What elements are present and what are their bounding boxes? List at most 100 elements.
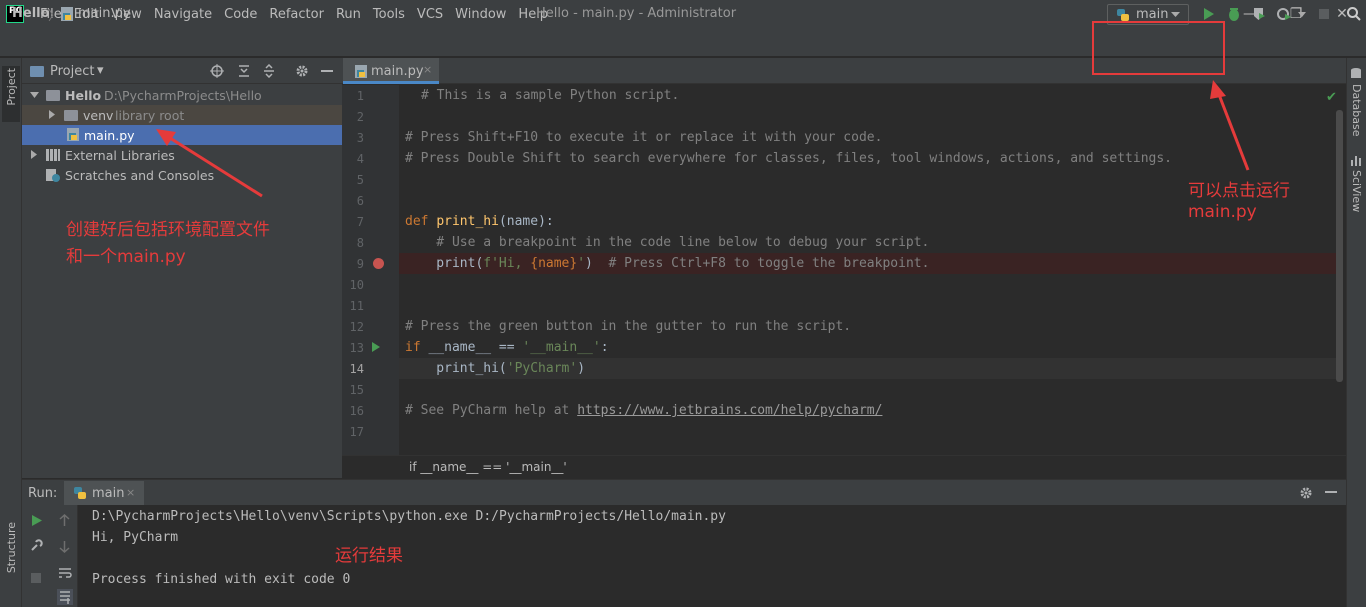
code-line-13: if __name__ == '__main__': bbox=[405, 340, 609, 355]
code-line-9: print(f'Hi, {name}') # Press Ctrl+F8 to … bbox=[405, 256, 929, 271]
breadcrumb-project[interactable]: Hello bbox=[12, 6, 50, 21]
arrow-up-icon[interactable] bbox=[58, 514, 71, 527]
expand-all-icon[interactable] bbox=[237, 64, 251, 78]
chevron-down-icon[interactable] bbox=[30, 91, 39, 99]
database-tool-button[interactable]: Database bbox=[1350, 84, 1363, 137]
code-line-16: # See PyCharm help at https://www.jetbra… bbox=[405, 403, 882, 418]
annotation-env-hint: 创建好后包括环境配置文件 bbox=[66, 220, 270, 240]
menu-code[interactable]: Code bbox=[218, 5, 263, 25]
gutter-run-icon[interactable] bbox=[372, 342, 380, 352]
tree-root-path: D:\PycharmProjects\Hello bbox=[104, 88, 262, 103]
python-file-icon bbox=[355, 65, 367, 78]
main-string: '__main__' bbox=[522, 340, 601, 355]
run-panel-header bbox=[22, 479, 1346, 505]
run-icon[interactable] bbox=[1201, 6, 1217, 22]
run-configuration-label: main bbox=[1136, 7, 1169, 22]
gear-icon[interactable] bbox=[1299, 486, 1313, 500]
line-number: 11 bbox=[349, 299, 364, 313]
right-tool-stripe bbox=[1346, 58, 1366, 607]
keyword-if: if bbox=[405, 340, 421, 355]
code-line-4: # Press Double Shift to search everywher… bbox=[405, 151, 1173, 166]
code-line-7: def print_hi(name): bbox=[405, 214, 554, 229]
run-highlight-box bbox=[1092, 21, 1225, 75]
structure-tool-button[interactable]: Structure bbox=[5, 522, 18, 573]
python-icon bbox=[74, 487, 86, 499]
rerun-icon[interactable] bbox=[30, 514, 43, 527]
keyword-def: def bbox=[405, 214, 429, 229]
menu-run[interactable]: Run bbox=[330, 5, 367, 25]
locate-icon[interactable] bbox=[210, 64, 224, 78]
line-number: 5 bbox=[356, 173, 364, 187]
editor-breadcrumb[interactable]: if __name__ == '__main__' bbox=[409, 460, 567, 474]
console-exit-message: Process finished with exit code 0 bbox=[92, 572, 351, 587]
tree-venv-note: library root bbox=[115, 108, 185, 123]
code-line-1: # This is a sample Python script. bbox=[421, 88, 680, 103]
project-view-title[interactable]: Project bbox=[50, 64, 94, 79]
more-run-options-icon[interactable] bbox=[1298, 12, 1306, 17]
tab-main-label: main.py bbox=[371, 64, 424, 79]
gear-icon[interactable] bbox=[295, 64, 309, 78]
breadcrumb-separator: 〉 bbox=[48, 9, 62, 24]
arrow-down-icon[interactable] bbox=[58, 540, 71, 553]
project-tool-label: Project bbox=[5, 68, 18, 106]
chevron-right-icon[interactable] bbox=[48, 110, 56, 119]
pycharm-string: 'PyCharm' bbox=[506, 361, 578, 376]
tree-root-name: Hello bbox=[65, 88, 102, 103]
python-file-icon bbox=[67, 128, 79, 141]
tree-scratches[interactable]: Scratches and Consoles bbox=[65, 168, 214, 183]
menu-navigate[interactable]: Navigate bbox=[148, 5, 218, 25]
breadcrumb-file[interactable]: main.py bbox=[78, 6, 131, 21]
menu-tools[interactable]: Tools bbox=[367, 5, 411, 25]
colon: : bbox=[600, 340, 609, 355]
stop-icon[interactable] bbox=[1316, 6, 1332, 22]
call-close: ) bbox=[577, 361, 586, 376]
line-number: 16 bbox=[349, 404, 364, 418]
fstring-start: f'Hi, bbox=[483, 256, 531, 271]
python-icon bbox=[1117, 9, 1129, 21]
collapse-all-icon[interactable] bbox=[262, 64, 276, 78]
code-line-8: # Use a breakpoint in the code line belo… bbox=[405, 235, 930, 250]
tab-close-icon[interactable]: × bbox=[423, 63, 432, 76]
stop-icon[interactable] bbox=[30, 572, 42, 584]
console-output: Hi, PyCharm bbox=[92, 530, 179, 545]
code-line-14: print_hi('PyCharm') bbox=[405, 361, 585, 376]
debug-icon[interactable] bbox=[1226, 6, 1242, 22]
dunder-name: __name__ == bbox=[420, 340, 523, 355]
line-number: 13 bbox=[349, 341, 364, 355]
search-icon[interactable] bbox=[1346, 6, 1362, 22]
tree-external-libraries[interactable]: External Libraries bbox=[65, 148, 175, 163]
menu-window[interactable]: Window bbox=[449, 5, 512, 25]
inspection-ok-icon[interactable]: ✔ bbox=[1326, 90, 1337, 105]
line-number: 17 bbox=[349, 425, 364, 439]
wrench-icon[interactable] bbox=[30, 539, 43, 552]
line-number: 15 bbox=[349, 383, 364, 397]
soft-wrap-icon[interactable] bbox=[58, 566, 72, 580]
print-call: print( bbox=[405, 256, 484, 271]
help-link[interactable]: https://www.jetbrains.com/help/pycharm/ bbox=[577, 403, 882, 418]
menu-refactor[interactable]: Refactor bbox=[263, 5, 330, 25]
annotation-env-hint-file: 和一个main.py bbox=[66, 247, 186, 267]
run-tab-close-icon[interactable]: × bbox=[126, 486, 135, 499]
sciview-icon bbox=[1351, 156, 1361, 166]
fstring-end: ' bbox=[577, 256, 586, 271]
window-title: Hello - main.py - Administrator bbox=[536, 6, 737, 21]
fstring-var: {name} bbox=[530, 256, 578, 271]
sciview-tool-button[interactable]: SciView bbox=[1350, 170, 1363, 212]
profile-icon[interactable] bbox=[1276, 6, 1292, 22]
editor-scrollbar[interactable] bbox=[1336, 110, 1343, 382]
chevron-down-icon bbox=[1171, 12, 1180, 17]
project-view-dropdown[interactable]: ▾ bbox=[97, 63, 104, 78]
annotation-result-hint: 运行结果 bbox=[335, 546, 403, 566]
menu-vcs[interactable]: VCS bbox=[411, 5, 449, 25]
chevron-right-icon[interactable] bbox=[30, 150, 38, 159]
scroll-to-end-icon[interactable] bbox=[57, 589, 73, 605]
hide-panel-icon[interactable] bbox=[1325, 491, 1337, 493]
print-close: ) bbox=[585, 256, 609, 271]
breakpoint-icon[interactable] bbox=[373, 258, 384, 269]
hide-panel-icon[interactable] bbox=[321, 70, 333, 72]
line-number: 2 bbox=[356, 110, 364, 124]
coverage-icon[interactable] bbox=[1251, 6, 1267, 22]
folder-icon bbox=[46, 90, 60, 101]
line-number: 9 bbox=[356, 257, 364, 271]
folder-icon bbox=[64, 110, 78, 121]
